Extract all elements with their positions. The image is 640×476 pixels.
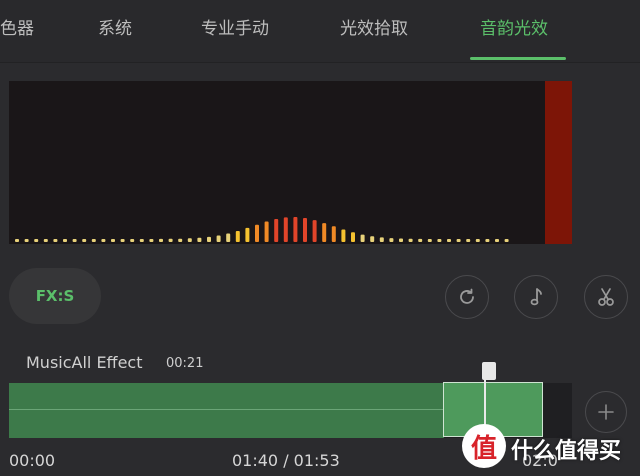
cut-button[interactable] <box>584 275 628 319</box>
spectrum-bar <box>341 229 346 242</box>
spectrum-bar <box>53 239 58 242</box>
spectrum-visualizer <box>9 81 572 244</box>
spectrum-bar <box>82 239 87 242</box>
spectrum-bar <box>159 238 163 242</box>
tab-bar: 色器 系统 专业手动 光效拾取 音韵光效 <box>0 0 640 63</box>
spectrum-bar <box>274 219 279 242</box>
spectrum-bar <box>456 239 461 242</box>
spectrum-bar <box>168 238 173 242</box>
spectrum-bar <box>370 236 375 242</box>
spectrum-bar <box>485 239 490 242</box>
spectrum-bar <box>399 238 403 242</box>
spectrum-bar <box>187 238 192 242</box>
spectrum-bar <box>149 239 154 242</box>
spectrum-bar <box>235 231 240 242</box>
spectrum-bar <box>130 239 135 242</box>
color-block <box>545 81 572 244</box>
spectrum-bar <box>283 217 288 242</box>
clip-name: MusicAll Effect <box>26 353 143 372</box>
spectrum-bar <box>437 239 442 242</box>
timeline-clip[interactable] <box>9 383 444 438</box>
tab-music-light-effect[interactable]: 音韵光效 <box>480 14 548 39</box>
playhead-handle[interactable] <box>482 362 496 380</box>
spectrum-bar <box>379 237 384 242</box>
timeline-waveform-line <box>9 409 444 410</box>
watermark-text: 什么值得买 <box>511 439 622 464</box>
tab-pro-manual[interactable]: 专业手动 <box>201 14 269 39</box>
music-note-icon <box>530 288 542 306</box>
spectrum-bar <box>197 237 202 242</box>
spectrum-bar <box>322 223 327 242</box>
refresh-icon <box>460 288 474 304</box>
spectrum-bar <box>331 226 336 242</box>
active-tab-indicator <box>470 57 566 60</box>
time-current-total: 01:40 / 01:53 <box>232 451 340 470</box>
spectrum-bar <box>101 239 106 242</box>
spectrum-bar <box>303 218 307 242</box>
spectrum-bar <box>139 239 144 242</box>
add-clip-button[interactable] <box>585 391 627 433</box>
spectrum-bar <box>418 238 423 242</box>
spectrum-bar <box>226 233 231 242</box>
spectrum-bar <box>207 236 211 242</box>
spectrum-bars <box>15 81 572 244</box>
spectrum-bar <box>264 221 269 242</box>
spectrum-bar <box>120 239 125 242</box>
clip-duration: 00:21 <box>166 356 204 371</box>
spectrum-bar <box>255 224 259 242</box>
spectrum-bar <box>15 239 19 242</box>
spectrum-bar <box>43 239 48 242</box>
spectrum-bar <box>351 232 355 242</box>
spectrum-bar <box>360 234 365 242</box>
spectrum-bar <box>504 239 509 242</box>
spectrum-bar <box>293 217 298 242</box>
spectrum-bar <box>63 239 67 242</box>
music-button[interactable] <box>514 275 558 319</box>
tab-system[interactable]: 系统 <box>98 14 132 39</box>
spectrum-bar <box>111 239 115 242</box>
spectrum-bar <box>72 239 77 242</box>
watermark-logo: 值 <box>462 424 506 468</box>
spectrum-bar <box>24 239 29 242</box>
tab-color[interactable]: 色器 <box>0 14 34 39</box>
spectrum-bar <box>245 227 250 242</box>
spectrum-bar <box>408 238 413 242</box>
spectrum-bar <box>427 239 432 242</box>
spectrum-bar <box>312 220 317 242</box>
plus-icon <box>598 404 614 420</box>
spectrum-bar <box>475 239 480 242</box>
spectrum-bar <box>91 239 96 242</box>
spectrum-bar <box>178 238 183 242</box>
spectrum-bar <box>447 239 451 242</box>
effect-mode-button[interactable]: FX:S <box>9 268 101 324</box>
tab-light-pickup[interactable]: 光效拾取 <box>340 14 408 39</box>
spectrum-bar <box>389 238 394 242</box>
refresh-button[interactable] <box>445 275 489 319</box>
spectrum-bar <box>495 239 499 242</box>
time-start: 00:00 <box>9 451 56 470</box>
spectrum-bar <box>34 239 39 242</box>
spectrum-bar <box>466 239 471 242</box>
scissors-icon <box>598 288 614 306</box>
spectrum-bar <box>216 235 221 242</box>
